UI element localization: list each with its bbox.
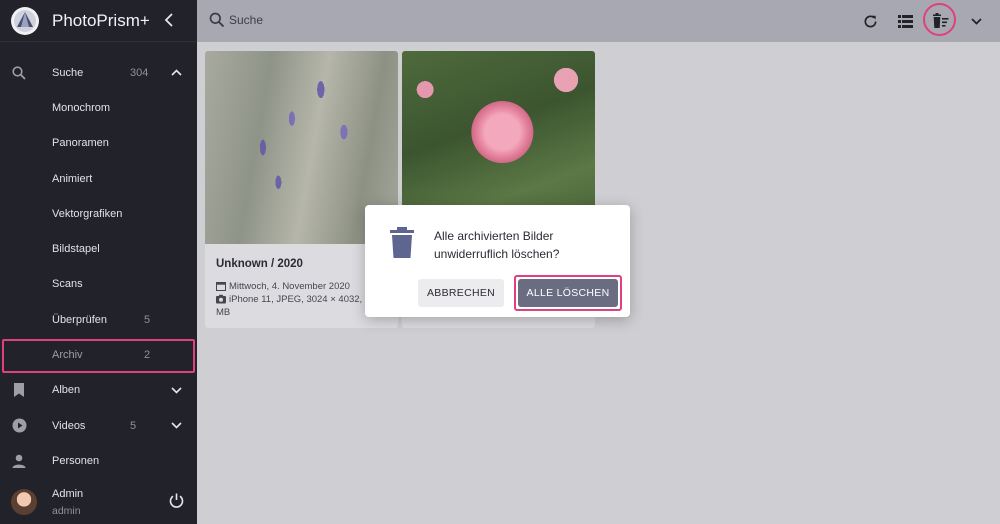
user-panel[interactable]: Admin admin [0,484,197,522]
sidebar-item-albums[interactable]: Alben [0,373,197,408]
dialog-message-line: Alle archivierten Bilder [434,229,554,243]
search-icon [209,12,225,28]
trash-icon [389,227,415,259]
sidebar-nav: Suche 304 Monochrom Panoramen Animiert V… [0,55,197,479]
chevron-down-icon[interactable] [966,11,986,31]
search-input[interactable] [229,9,629,31]
sidebar-item-label: Bildstapel [52,243,100,256]
dialog-message: Alle archivierten Bilder unwiderruflich … [434,227,614,263]
chevron-up-icon[interactable] [169,66,183,80]
refresh-icon[interactable] [860,11,880,31]
sidebar-item-monochrome[interactable]: Monochrom [0,90,197,125]
user-name: Admin [52,488,84,500]
sidebar-item-label: Überprüfen [52,313,108,326]
delete-all-highlight [923,3,956,36]
play-circle-icon [11,418,27,434]
sidebar-item-scans[interactable]: Scans [0,267,197,302]
sidebar-item-label: Vektorgrafiken [52,207,123,220]
sidebar-item-panoramas[interactable]: Panoramen [0,126,197,161]
sidebar-item-label: Archiv [52,349,83,362]
person-icon [11,453,27,469]
sidebar-item-people[interactable]: Personen [0,443,197,478]
sidebar-item-label: Suche [52,66,84,79]
sidebar-item-count: 2 [144,349,151,362]
sidebar-item-label: Monochrom [52,101,111,114]
sidebar: PhotoPrism+ Suche 304 Monochrom Panorame… [0,0,197,524]
chevron-down-icon[interactable] [169,419,183,433]
sidebar-item-label: Personen [52,454,100,467]
top-toolbar [197,0,1000,42]
app-title: PhotoPrism+ [52,10,150,30]
sidebar-item-count: 304 [130,66,149,79]
search-icon [11,65,27,81]
sidebar-header: PhotoPrism+ [0,0,197,42]
sidebar-item-label: Alben [52,384,81,397]
delete-all-button[interactable]: ALLE LÖSCHEN [518,279,618,307]
power-icon[interactable] [168,492,185,509]
sidebar-item-label: Scans [52,278,83,291]
sidebar-item-count: 5 [144,313,151,326]
bookmark-icon [11,382,27,398]
confirm-delete-dialog: Alle archivierten Bilder unwiderruflich … [365,205,630,317]
sidebar-item-videos[interactable]: Videos 5 [0,408,197,443]
chevron-down-icon[interactable] [169,383,183,397]
sidebar-item-vectors[interactable]: Vektorgrafiken [0,196,197,231]
sidebar-item-review[interactable]: Überprüfen 5 [0,302,197,337]
sidebar-item-label: Videos [52,419,86,432]
list-view-icon[interactable] [895,11,915,31]
sidebar-item-archive[interactable]: Archiv 2 [0,337,197,372]
sidebar-item-stacks[interactable]: Bildstapel [0,231,197,266]
sidebar-item-animated[interactable]: Animiert [0,161,197,196]
collapse-sidebar-icon[interactable] [160,10,178,30]
user-login: admin [52,505,81,517]
sidebar-item-count: 5 [130,419,137,432]
sidebar-item-label: Panoramen [52,137,109,150]
sidebar-item-search[interactable]: Suche 304 [0,55,197,90]
app-logo-icon[interactable] [11,6,39,35]
sidebar-item-label: Animiert [52,172,93,185]
dialog-message-line: unwiderruflich löschen? [434,247,560,261]
cancel-button[interactable]: ABBRECHEN [418,279,504,307]
avatar[interactable] [11,489,37,515]
